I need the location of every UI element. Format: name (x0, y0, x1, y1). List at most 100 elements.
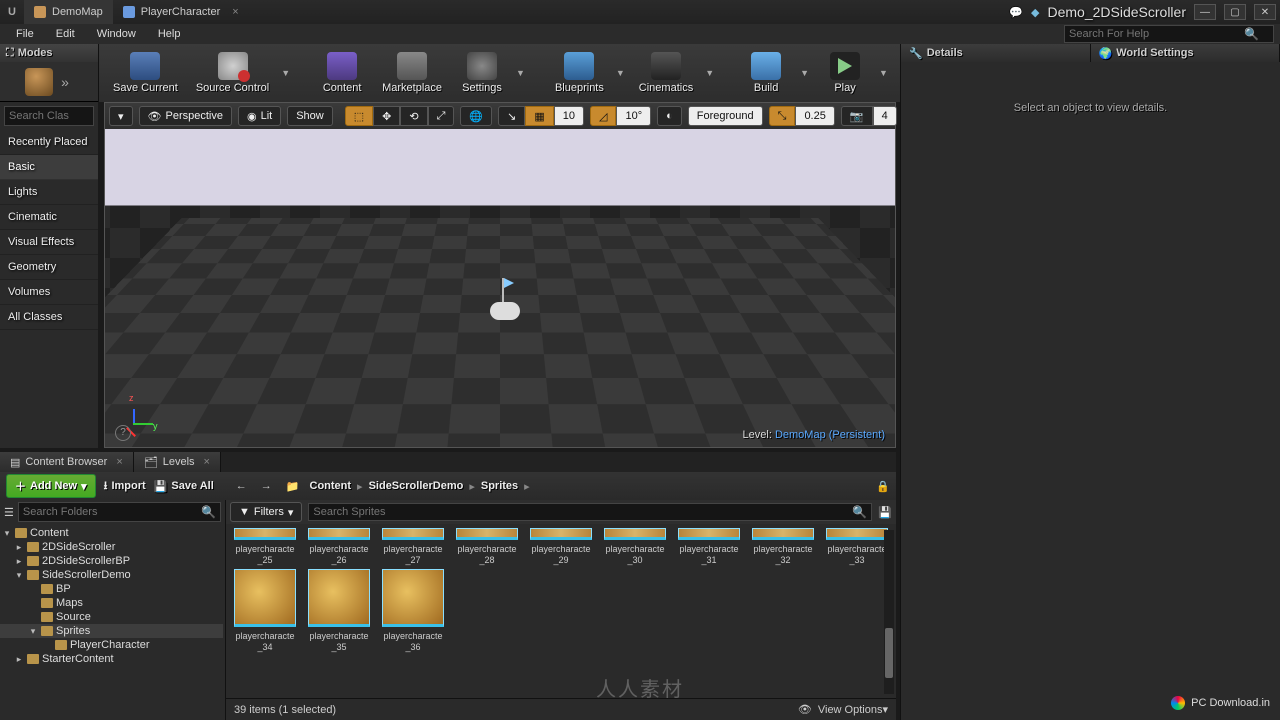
view-options-button[interactable]: View Options▾ (818, 703, 888, 716)
modes-category[interactable]: Geometry (0, 255, 98, 280)
asset-thumbnail[interactable] (306, 569, 372, 627)
player-start-actor[interactable] (484, 278, 524, 328)
show-button[interactable]: Show (287, 106, 333, 126)
close-icon[interactable]: × (204, 456, 210, 468)
viewport-options-button[interactable]: ▾ (109, 106, 133, 126)
close-icon[interactable]: × (232, 6, 238, 18)
camera-speed-value[interactable]: 4 (873, 106, 897, 126)
expand-icon[interactable]: ▾ (2, 528, 12, 539)
blueprints-button[interactable]: Blueprints (547, 46, 612, 100)
close-button[interactable]: ✕ (1254, 4, 1276, 20)
search-icon[interactable]: 🔍 (201, 505, 216, 519)
filters-button[interactable]: ▼Filters▾ (230, 502, 302, 522)
source-control-button[interactable]: Source Control (188, 46, 277, 100)
asset-thumbnail[interactable] (602, 528, 668, 540)
viewport[interactable]: ▾ 👁Perspective ◉Lit Show ⬚ ✥ ⟲ ⤢ 🌐 ↘ ▦ 1… (104, 102, 896, 448)
breadcrumb[interactable]: SideScrollerDemo (369, 480, 464, 492)
build-button[interactable]: Build (736, 46, 796, 100)
content-button[interactable]: Content (312, 46, 372, 100)
asset-thumbnail[interactable] (824, 528, 890, 540)
surface-snap-button[interactable]: ↘ (498, 106, 525, 126)
tree-node[interactable]: PlayerCharacter (0, 638, 223, 652)
scale-tool-button[interactable]: ⤢ (428, 106, 455, 126)
chevron-down-icon[interactable]: ▼ (875, 68, 892, 78)
scale-snap-value[interactable]: 0.25 (795, 106, 834, 126)
tree-node[interactable]: Source (0, 610, 223, 624)
help-search-input[interactable] (1069, 28, 1234, 40)
chevron-down-icon[interactable]: ▼ (277, 68, 294, 78)
asset-thumbnail[interactable] (380, 569, 446, 627)
tree-node[interactable]: ▸2DSideScrollerBP (0, 554, 223, 568)
close-icon[interactable]: × (116, 456, 122, 468)
save-all-button[interactable]: 💾Save All (154, 480, 214, 493)
tree-node[interactable]: ▸2DSideScroller (0, 540, 223, 554)
folders-search-input[interactable] (23, 506, 201, 518)
modes-search[interactable]: 🔍 (4, 106, 94, 126)
save-current-button[interactable]: Save Current (105, 46, 186, 100)
angle-snap-button[interactable]: ◿ (590, 106, 616, 126)
translate-tool-button[interactable]: ✥ (373, 106, 400, 126)
folders-search[interactable]: 🔍 (18, 502, 221, 522)
breadcrumb[interactable]: Sprites (481, 480, 518, 492)
viewport-canvas[interactable]: z y ? Level: DemoMap (Persistent) (105, 129, 895, 447)
camera-speed-button[interactable]: 📷 (841, 106, 873, 126)
modes-category[interactable]: Cinematic (0, 205, 98, 230)
help-search[interactable]: 🔍 (1064, 25, 1274, 43)
minimize-button[interactable]: — (1194, 4, 1216, 20)
source-icon[interactable]: ◆ (1031, 6, 1039, 19)
asset-thumbnail[interactable] (232, 569, 298, 627)
menu-window[interactable]: Window (87, 26, 146, 42)
cinematics-button[interactable]: Cinematics (631, 46, 701, 100)
nav-forward-button[interactable]: → (257, 480, 276, 492)
asset-grid[interactable]: playercharacte_25playercharacte_26player… (226, 524, 896, 698)
modes-category[interactable]: Recently Placed (0, 130, 98, 155)
search-icon[interactable]: 🔍 (1234, 25, 1269, 43)
asset-thumbnail[interactable] (528, 528, 594, 540)
expand-icon[interactable]: ▾ (28, 626, 38, 637)
tree-node[interactable]: ▾Sprites (0, 624, 223, 638)
lock-icon[interactable]: 🔒 (876, 480, 890, 493)
tree-toggle-icon[interactable]: ☰ (4, 506, 14, 519)
scrollbar-thumb[interactable] (885, 628, 893, 677)
tab-levels[interactable]: 🗂Levels× (134, 452, 221, 472)
place-mode-icon[interactable] (25, 68, 53, 96)
save-search-icon[interactable]: 💾 (878, 506, 892, 519)
tab-world-settings[interactable]: 🌍World Settings (1091, 44, 1280, 62)
expand-icon[interactable]: ▸ (14, 556, 24, 567)
viewport-help-icon[interactable]: ? (115, 425, 131, 441)
grid-snap-button[interactable]: ▦ (525, 106, 553, 126)
add-new-button[interactable]: ＋Add New▾ (6, 474, 96, 498)
tree-node[interactable]: BP (0, 582, 223, 596)
modes-category[interactable]: All Classes (0, 305, 98, 330)
menu-edit[interactable]: Edit (46, 26, 85, 42)
breadcrumb[interactable]: Content (310, 480, 352, 492)
play-button[interactable]: Play (815, 46, 875, 100)
tree-node[interactable]: ▾Content (0, 526, 223, 540)
menu-file[interactable]: File (6, 26, 44, 42)
expand-icon[interactable]: ▾ (14, 570, 24, 581)
modes-category[interactable]: Basic (0, 155, 98, 180)
angle-snap-value[interactable]: 10° (616, 106, 651, 126)
eye-icon[interactable]: 👁 (798, 703, 812, 716)
rotate-tool-button[interactable]: ⟲ (400, 106, 427, 126)
asset-search-input[interactable] (313, 506, 852, 518)
feedback-icon[interactable]: 💬 (1009, 6, 1023, 19)
chevron-down-icon[interactable]: ▼ (612, 68, 629, 78)
modes-category[interactable]: Lights (0, 180, 98, 205)
chevron-down-icon[interactable]: ▼ (796, 68, 813, 78)
modes-overflow-icon[interactable]: » (57, 74, 73, 90)
tree-node[interactable]: ▸StarterContent (0, 652, 223, 666)
layer-toggle-button[interactable]: ◐ (657, 106, 682, 126)
folder-icon[interactable]: 📁 (282, 480, 304, 493)
tab-details[interactable]: 🔧Details (901, 44, 1091, 62)
settings-button[interactable]: Settings (452, 46, 512, 100)
marketplace-button[interactable]: Marketplace (374, 46, 450, 100)
asset-thumbnail[interactable] (232, 528, 298, 540)
title-tab-demomap[interactable]: DemoMap (24, 0, 113, 24)
asset-thumbnail[interactable] (380, 528, 446, 540)
grid-snap-value[interactable]: 10 (554, 106, 584, 126)
menu-help[interactable]: Help (148, 26, 191, 42)
chevron-down-icon[interactable]: ▼ (512, 68, 529, 78)
chevron-down-icon[interactable]: ▼ (701, 68, 718, 78)
asset-thumbnail[interactable] (676, 528, 742, 540)
